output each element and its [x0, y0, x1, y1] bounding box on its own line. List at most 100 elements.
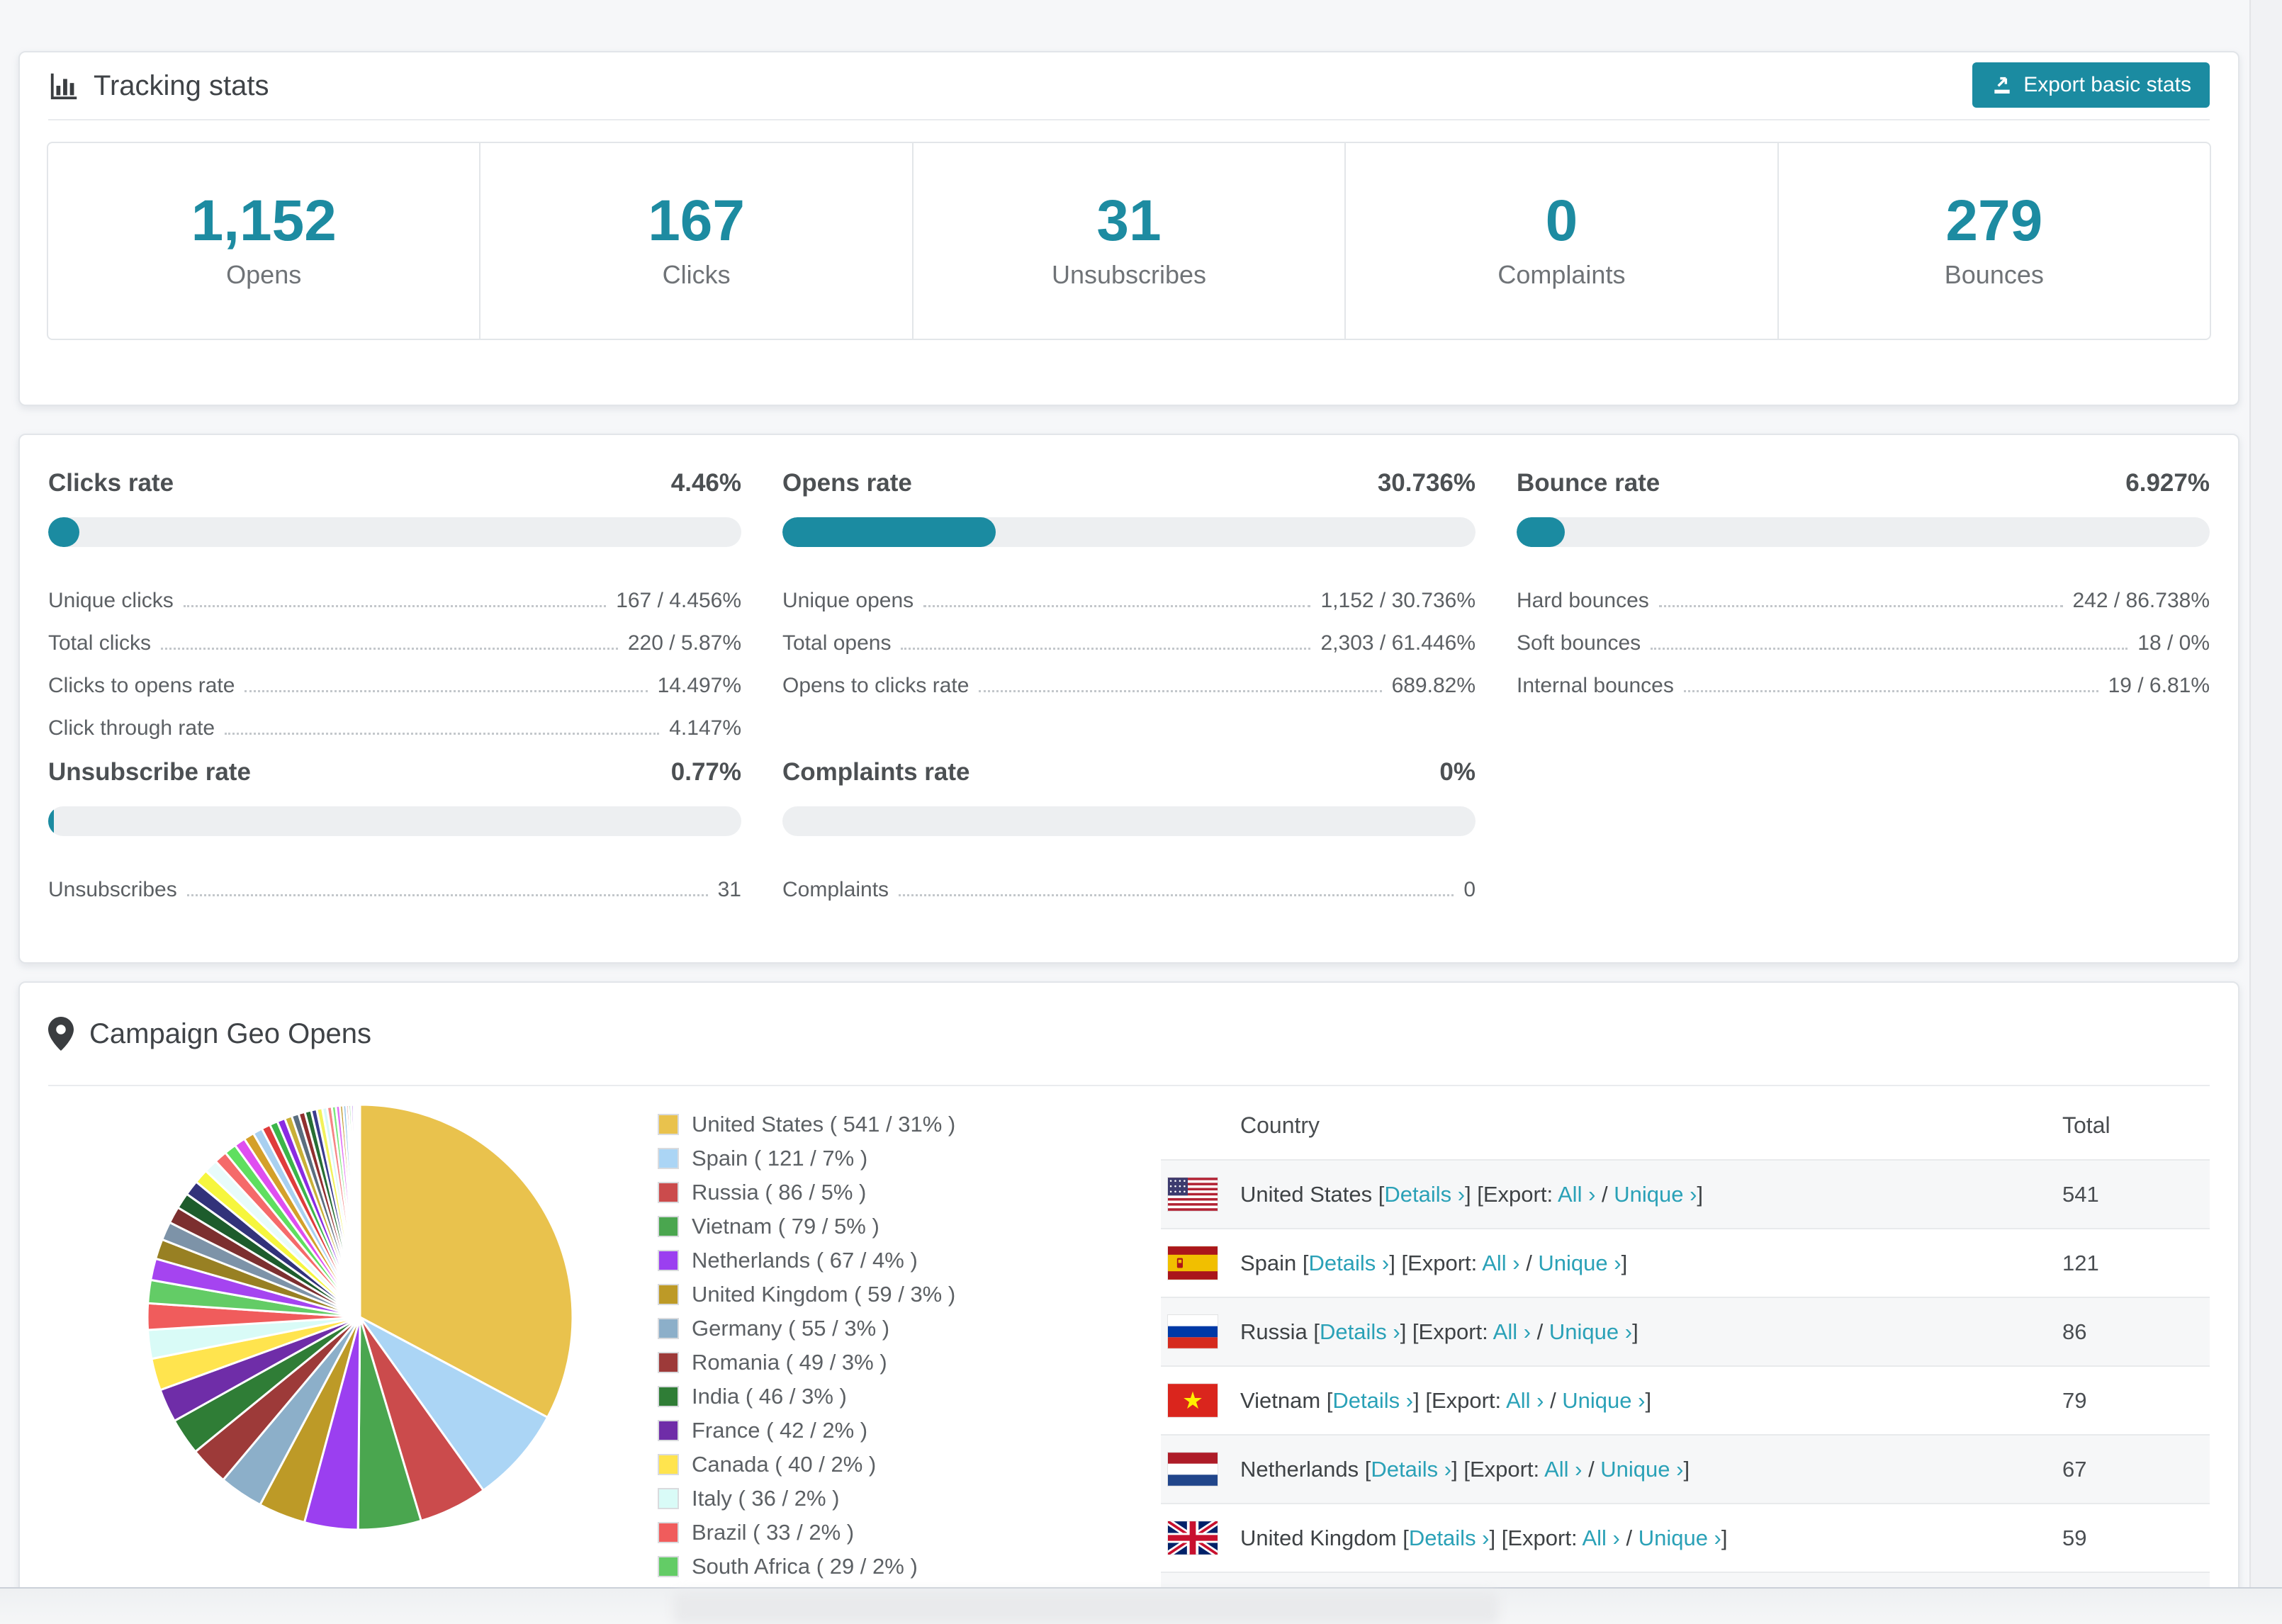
details-link[interactable]: Details ›: [1309, 1251, 1390, 1275]
legend-label: Russia ( 86 / 5% ): [692, 1180, 867, 1205]
rate-row-value: 167 / 4.456%: [616, 589, 741, 612]
rate-row-value: 14.497%: [657, 674, 741, 697]
rate-row-label: Opens to clicks rate: [782, 674, 969, 697]
export-all-link[interactable]: All ›: [1506, 1388, 1544, 1413]
stat-box-bounces: 279 Bounces: [1777, 143, 2210, 339]
bracket-text: ]: [1645, 1387, 1652, 1413]
table-row-netherlands: Netherlands [Details ›] [Export: All › /…: [1161, 1434, 2210, 1503]
stat-label: Clicks: [662, 260, 731, 289]
country-cell: Russia [Details ›] [Export: All › / Uniq…: [1240, 1319, 2062, 1345]
dotted-leader: [899, 894, 1454, 896]
legend-swatch: [658, 1284, 679, 1305]
export-unique-link[interactable]: Unique ›: [1562, 1388, 1645, 1413]
rate-row-unsubscribes: Unsubscribes 31: [48, 869, 741, 911]
rate-row-label: Unique opens: [782, 589, 914, 612]
pie-slice-other-36[interactable]: [358, 1103, 361, 1319]
details-link[interactable]: Details ›: [1409, 1526, 1490, 1550]
legend-label: Germany ( 55 / 3% ): [692, 1316, 890, 1341]
total-cell: 67: [2062, 1456, 2087, 1482]
rate-row-label: Unique clicks: [48, 589, 174, 612]
rate-panel-opens-rate: Opens rate 30.736% Unique opens 1,152 / 30.…: [782, 469, 1476, 750]
legend-item-france: France ( 42 / 2% ): [658, 1418, 991, 1443]
rate-row-click-through-rate: Click through rate 4.147%: [48, 707, 741, 750]
geo-pie-chart[interactable]: [140, 1098, 580, 1624]
rate-rows: Unique clicks 167 / 4.456% Total clicks 220…: [48, 580, 741, 750]
rate-row-label: Total opens: [782, 631, 892, 655]
export-all-link[interactable]: All ›: [1582, 1526, 1619, 1550]
details-link[interactable]: Details ›: [1332, 1388, 1413, 1413]
export-unique-link[interactable]: Unique ›: [1614, 1182, 1697, 1207]
rate-panel-header: Complaints rate 0%: [782, 758, 1476, 786]
legend-label: United States ( 541 / 31% ): [692, 1112, 956, 1137]
export-all-link[interactable]: All ›: [1493, 1319, 1531, 1344]
page-bottom-band: [0, 1587, 2282, 1624]
bracket-text: [: [1403, 1525, 1409, 1550]
rate-title: Complaints rate: [782, 758, 970, 786]
geo-content: United States ( 541 / 31% ) Spain ( 121 /…: [20, 1086, 2238, 1624]
rate-title: Bounce rate: [1517, 469, 1660, 497]
export-all-link[interactable]: All ›: [1544, 1457, 1582, 1482]
stat-box-complaints: 0 Complaints: [1344, 143, 1777, 339]
stat-value: 31: [1096, 188, 1162, 253]
legend-label: France ( 42 / 2% ): [692, 1418, 868, 1443]
bracket-text: ]: [1683, 1456, 1690, 1482]
export-all-link[interactable]: All ›: [1558, 1182, 1595, 1207]
rate-row-unique-clicks: Unique clicks 167 / 4.456%: [48, 580, 741, 622]
legend-item-brazil: Brazil ( 33 / 2% ): [658, 1520, 991, 1545]
dotted-leader: [1683, 690, 2098, 692]
page-title: Tracking stats: [94, 69, 269, 101]
export-unique-link[interactable]: Unique ›: [1538, 1251, 1621, 1275]
rate-row-hard-bounces: Hard bounces 242 / 86.738%: [1517, 580, 2210, 622]
stat-label: Opens: [226, 260, 302, 289]
export-button-label: Export basic stats: [2023, 73, 2191, 96]
geo-legend: United States ( 541 / 31% ) Spain ( 121 /…: [658, 1112, 991, 1624]
column-header-country: Country: [1240, 1112, 1320, 1138]
separator-text: /: [1582, 1456, 1601, 1482]
export-unique-link[interactable]: Unique ›: [1600, 1457, 1683, 1482]
export-basic-stats-button[interactable]: Export basic stats: [1972, 62, 2210, 108]
legend-swatch: [658, 1182, 679, 1203]
export-unique-link[interactable]: Unique ›: [1549, 1319, 1632, 1344]
details-link[interactable]: Details ›: [1384, 1182, 1465, 1207]
rate-row-value: 4.147%: [669, 716, 741, 740]
campaign-geo-opens-card: Campaign Geo Opens United States ( 541 /…: [18, 981, 2239, 1624]
total-cell: 86: [2062, 1319, 2087, 1344]
rate-row-value: 2,303 / 61.446%: [1320, 631, 1476, 655]
rate-row-label: Internal bounces: [1517, 674, 1674, 697]
country-name: United Kingdom: [1240, 1525, 1403, 1550]
rates-card: Clicks rate 4.46% Unique clicks 167 / 4.456…: [18, 434, 2239, 964]
legend-label: Canada ( 40 / 2% ): [692, 1452, 877, 1477]
rate-row-label: Click through rate: [48, 716, 215, 740]
page-scrollbar[interactable]: [2249, 0, 2282, 1624]
rate-row-clicks-to-opens-rate: Clicks to opens rate 14.497%: [48, 665, 741, 707]
details-link[interactable]: Details ›: [1371, 1457, 1451, 1482]
export-unique-link[interactable]: Unique ›: [1639, 1526, 1721, 1550]
flag-nl-icon: [1168, 1453, 1218, 1486]
legend-label: Brazil ( 33 / 2% ): [692, 1520, 855, 1545]
legend-label: United Kingdom ( 59 / 3% ): [692, 1282, 956, 1307]
table-row-united-states: United States [Details ›] [Export: All ›…: [1161, 1159, 2210, 1228]
details-link[interactable]: Details ›: [1320, 1319, 1400, 1344]
export-all-link[interactable]: All ›: [1482, 1251, 1519, 1275]
bracket-text: ]: [1621, 1250, 1628, 1275]
legend-label: Italy ( 36 / 2% ): [692, 1486, 840, 1511]
rate-row-total-clicks: Total clicks 220 / 5.87%: [48, 622, 741, 665]
legend-item-united-states: United States ( 541 / 31% ): [658, 1112, 991, 1137]
rate-row-unique-opens: Unique opens 1,152 / 30.736%: [782, 580, 1476, 622]
flag-gb-icon: [1168, 1521, 1218, 1555]
stat-label: Bounces: [1944, 260, 2044, 289]
country-cell: Vietnam [Details ›] [Export: All › / Uni…: [1240, 1388, 2062, 1414]
country-name: Netherlands: [1240, 1456, 1365, 1482]
rate-row-value: 19 / 6.81%: [2108, 674, 2210, 697]
dotted-leader: [1658, 605, 2063, 607]
rate-row-complaints: Complaints 0: [782, 869, 1476, 911]
rate-rows: Complaints 0: [782, 869, 1476, 911]
stat-box-clicks: 167 Clicks: [479, 143, 911, 339]
progress-bar-fill: [48, 517, 79, 547]
table-row-united-kingdom: United Kingdom [Details ›] [Export: All …: [1161, 1503, 2210, 1572]
rate-row-value: 689.82%: [1391, 674, 1476, 697]
legend-swatch: [658, 1420, 679, 1441]
export-icon: [1991, 74, 2013, 96]
legend-label: Vietnam ( 79 / 5% ): [692, 1214, 879, 1239]
dotted-leader: [979, 690, 1382, 692]
